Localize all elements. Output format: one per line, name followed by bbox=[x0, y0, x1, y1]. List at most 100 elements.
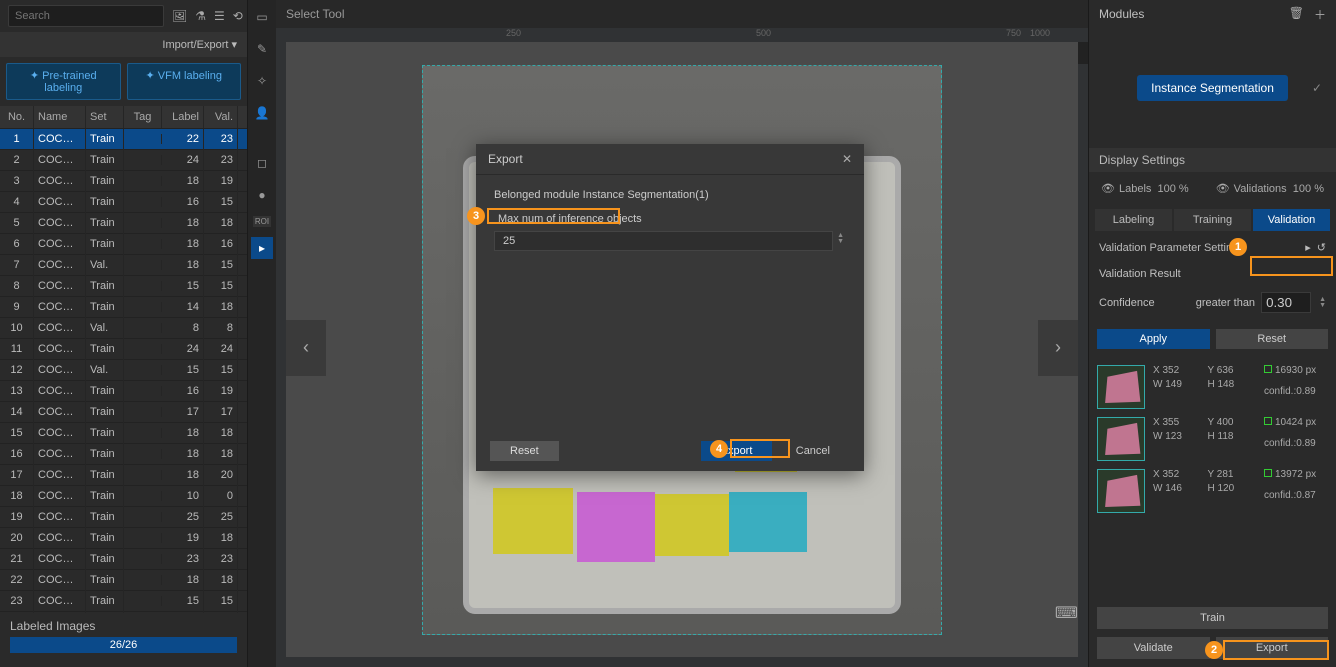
greater-than-label: greater than bbox=[1196, 297, 1255, 309]
select-tool-label: Select Tool bbox=[286, 7, 344, 21]
modal-cancel-button[interactable]: Cancel bbox=[776, 441, 850, 461]
callout-2: 2 bbox=[1205, 641, 1223, 659]
roi-badge[interactable]: ROI bbox=[253, 216, 271, 227]
table-row[interactable]: 8COCO_v...Train1515 bbox=[0, 276, 247, 297]
validate-button[interactable]: Validate bbox=[1097, 637, 1210, 659]
instance-thumb bbox=[1097, 365, 1145, 409]
left-panel: 🖼 ⚗ ☰ ⟲ Import/Export ▾ ✦ Pre-trained la… bbox=[0, 0, 248, 667]
callout-3: 3 bbox=[467, 207, 485, 225]
trash-icon[interactable]: 🗑 bbox=[1289, 6, 1304, 23]
segment-mask bbox=[655, 494, 729, 556]
import-export-menu[interactable]: Import/Export ▾ bbox=[0, 32, 247, 57]
table-row[interactable]: 13COCO_v...Train1619 bbox=[0, 381, 247, 402]
confidence-input[interactable] bbox=[1261, 292, 1311, 313]
table-row[interactable]: 11COCO_v...Train2424 bbox=[0, 339, 247, 360]
col-no[interactable]: No. bbox=[0, 106, 34, 128]
pretrained-labeling-button[interactable]: ✦ Pre-trained labeling bbox=[6, 63, 121, 100]
tab-labeling[interactable]: Labeling bbox=[1095, 209, 1172, 231]
validation-result-label: Validation Result bbox=[1089, 260, 1336, 288]
list-icon[interactable]: ☰ bbox=[214, 9, 225, 23]
col-tag[interactable]: Tag bbox=[124, 106, 162, 128]
labeled-images-label: Labeled Images bbox=[10, 619, 237, 633]
table-row[interactable]: 10COCO_v...Val.88 bbox=[0, 318, 247, 339]
table-row[interactable]: 4COCO_v...Train1615 bbox=[0, 192, 247, 213]
lasso-tool-icon[interactable]: ✎ bbox=[251, 38, 273, 60]
table-row[interactable]: 19COCO_v...Train2525 bbox=[0, 507, 247, 528]
table-row[interactable]: 16COCO_v...Train1818 bbox=[0, 444, 247, 465]
table-row[interactable]: 23COCO_v...Train1515 bbox=[0, 591, 247, 612]
top-bar: Select Tool bbox=[276, 0, 1088, 28]
modal-reset-button[interactable]: Reset bbox=[490, 441, 559, 461]
instance-thumb bbox=[1097, 469, 1145, 513]
instance-item[interactable]: X 352Y 636 W 149H 148 16930 px confid.:0… bbox=[1097, 361, 1328, 413]
col-set[interactable]: Set bbox=[86, 106, 124, 128]
callout-4: 4 bbox=[710, 440, 728, 458]
spinner-icon[interactable]: ▲▼ bbox=[835, 231, 846, 251]
magic-tool-icon[interactable]: ✧ bbox=[251, 70, 273, 92]
settings-icon[interactable]: ⟲ bbox=[233, 9, 243, 23]
bucket-tool-icon[interactable]: ● bbox=[251, 184, 273, 206]
search-input[interactable] bbox=[8, 5, 164, 27]
table-row[interactable]: 2COCO_v...Train2423 bbox=[0, 150, 247, 171]
shape-tool-icon[interactable]: ◻ bbox=[251, 152, 273, 174]
module-graph[interactable]: Instance Segmentation ✓ bbox=[1089, 28, 1336, 148]
table-row[interactable]: 21COCO_v...Train2323 bbox=[0, 549, 247, 570]
module-node-instance-seg[interactable]: Instance Segmentation bbox=[1137, 75, 1288, 101]
next-image-button[interactable]: › bbox=[1038, 320, 1078, 376]
max-inference-input[interactable] bbox=[494, 231, 833, 251]
table-row[interactable]: 9COCO_v...Train1418 bbox=[0, 297, 247, 318]
instance-thumb bbox=[1097, 417, 1145, 461]
callout-1: 1 bbox=[1229, 238, 1247, 256]
table-row[interactable]: 24COCO_v...Val.1313 bbox=[0, 612, 247, 613]
image-icon[interactable]: 🖼 bbox=[172, 9, 187, 23]
table-row[interactable]: 22COCO_v...Train1818 bbox=[0, 570, 247, 591]
tab-validation[interactable]: Validation bbox=[1253, 209, 1330, 231]
ruler-horizontal: 250 500 750 1000 bbox=[276, 28, 1088, 40]
apply-button[interactable]: Apply bbox=[1097, 329, 1210, 349]
vfm-labeling-button[interactable]: ✦ VFM labeling bbox=[127, 63, 242, 100]
instance-list[interactable]: X 352Y 636 W 149H 148 16930 px confid.:0… bbox=[1089, 355, 1336, 603]
prev-image-button[interactable]: ‹ bbox=[286, 320, 326, 376]
eye-icon[interactable]: 👁 bbox=[1101, 183, 1115, 195]
close-icon[interactable]: ✕ bbox=[842, 152, 852, 166]
validation-params-label: Validation Parameter Settings bbox=[1099, 242, 1244, 254]
train-button[interactable]: Train bbox=[1097, 607, 1328, 629]
history-icon[interactable]: ↺ bbox=[1317, 241, 1326, 254]
export-button[interactable]: Export bbox=[1216, 637, 1329, 659]
table-row[interactable]: 3COCO_v...Train1819 bbox=[0, 171, 247, 192]
keyboard-icon[interactable]: ⌨ bbox=[1055, 603, 1078, 623]
spinner-icon[interactable]: ▲▼ bbox=[1319, 297, 1326, 309]
col-label[interactable]: Label bbox=[162, 106, 204, 128]
table-row[interactable]: 18COCO_v...Train100 bbox=[0, 486, 247, 507]
export-modal: Export ✕ Belonged module Instance Segmen… bbox=[476, 144, 864, 471]
table-row[interactable]: 7COCO_v...Val.1815 bbox=[0, 255, 247, 276]
instance-item[interactable]: X 355Y 400 W 123H 118 10424 px confid.:0… bbox=[1097, 413, 1328, 465]
expand-icon[interactable]: ▸ bbox=[1305, 241, 1311, 254]
confidence-label: Confidence bbox=[1099, 297, 1155, 309]
select-tool-icon[interactable]: ▭ bbox=[251, 6, 273, 28]
tool-strip: ▭ ✎ ✧ 👤 ◻ ● ROI ▸ bbox=[248, 0, 276, 667]
play-tool-icon[interactable]: ▸ bbox=[251, 237, 273, 259]
person-tool-icon[interactable]: 👤 bbox=[251, 102, 273, 124]
filter-icon[interactable]: ⚗ bbox=[195, 9, 206, 23]
table-row[interactable]: 1COCO_v...Train2223 bbox=[0, 129, 247, 150]
max-inference-label: Max num of inference objects bbox=[494, 211, 646, 227]
table-row[interactable]: 15COCO_v...Train1818 bbox=[0, 423, 247, 444]
segment-mask bbox=[577, 492, 655, 562]
instance-item[interactable]: X 352Y 281 W 146H 120 13972 px confid.:0… bbox=[1097, 465, 1328, 517]
display-settings-header: Display Settings bbox=[1089, 148, 1336, 172]
table-row[interactable]: 6COCO_v...Train1816 bbox=[0, 234, 247, 255]
reset-button[interactable]: Reset bbox=[1216, 329, 1329, 349]
add-module-icon[interactable]: ＋ bbox=[1314, 6, 1326, 23]
tab-training[interactable]: Training bbox=[1174, 209, 1251, 231]
eye-icon[interactable]: 👁 bbox=[1216, 183, 1230, 195]
table-row[interactable]: 20COCO_v...Train1918 bbox=[0, 528, 247, 549]
table-row[interactable]: 14COCO_v...Train1717 bbox=[0, 402, 247, 423]
table-row[interactable]: 17COCO_v...Train1820 bbox=[0, 465, 247, 486]
image-table-body[interactable]: 1COCO_v...Train22232COCO_v...Train24233C… bbox=[0, 129, 247, 613]
segment-mask bbox=[729, 492, 807, 552]
col-name[interactable]: Name bbox=[34, 106, 86, 128]
col-val[interactable]: Val. bbox=[204, 106, 238, 128]
table-row[interactable]: 12COCO_v...Val.1515 bbox=[0, 360, 247, 381]
table-row[interactable]: 5COCO_v...Train1818 bbox=[0, 213, 247, 234]
